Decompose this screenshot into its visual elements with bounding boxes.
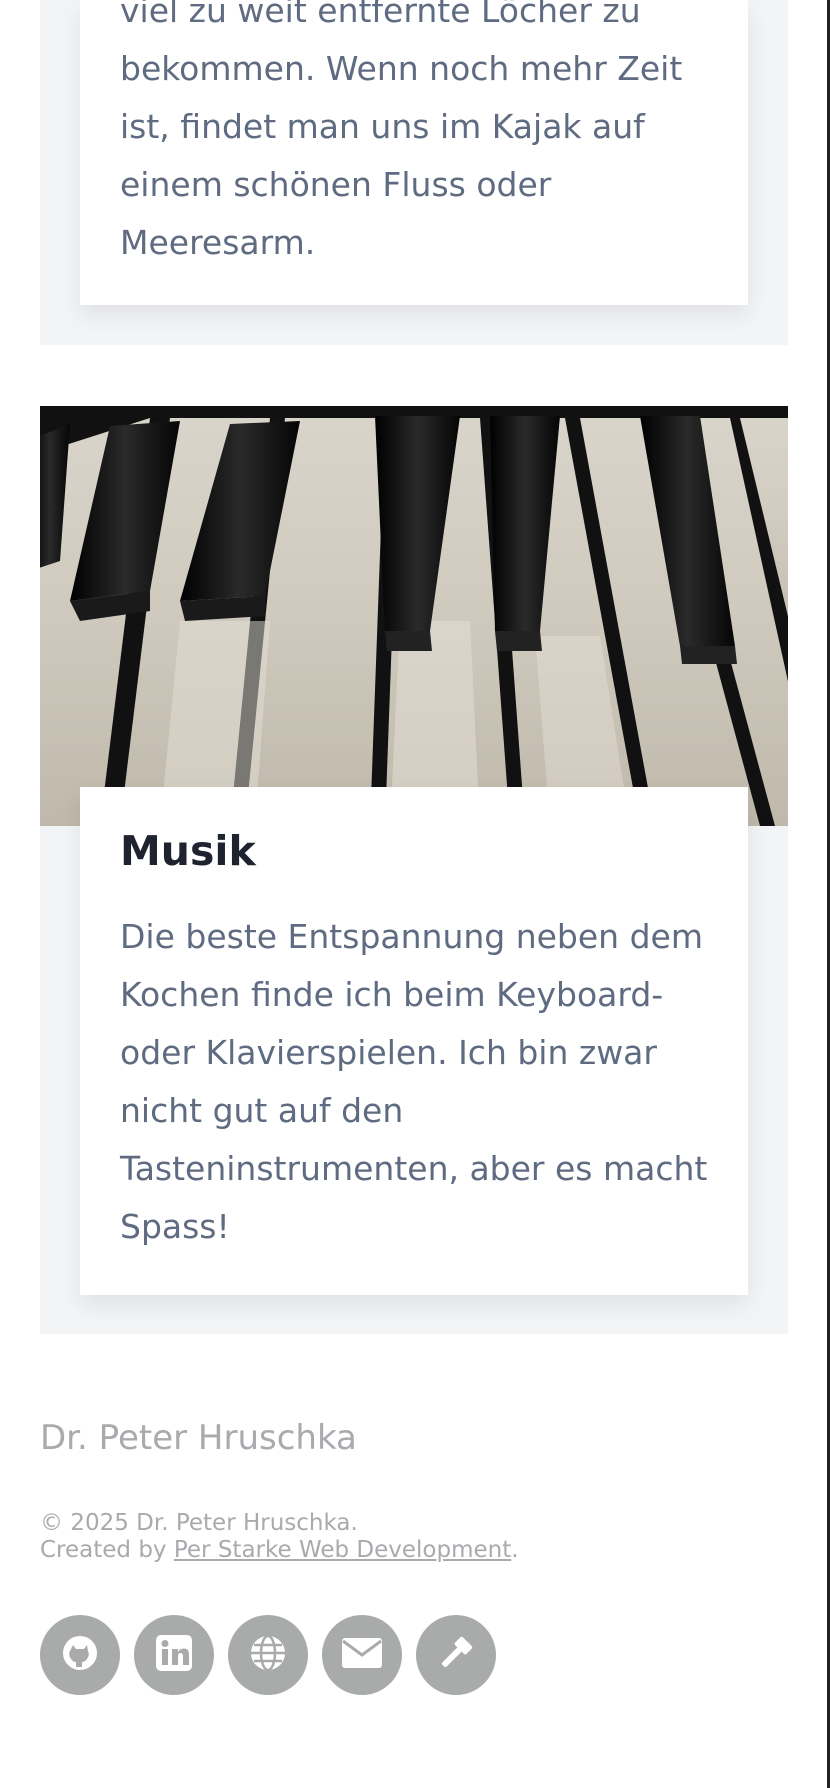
footer-copyright: © 2025 Dr. Peter Hruschka. Created by Pe… bbox=[40, 1510, 519, 1564]
website-link[interactable] bbox=[228, 1615, 308, 1695]
created-by-suffix: . bbox=[511, 1537, 519, 1563]
card-text-line: Kochen finde ich beim Keyboard- bbox=[120, 975, 664, 1014]
card-title: Musik bbox=[120, 827, 256, 875]
hobby-card-upper-content: viel zu weit entfernte Löcher zu bekomme… bbox=[80, 0, 748, 305]
card-text-line: einem schönen Fluss oder bbox=[120, 165, 552, 204]
created-by-link[interactable]: Per Starke Web Development bbox=[174, 1537, 511, 1563]
github-icon bbox=[60, 1633, 100, 1677]
card-text-line: viel zu weit entfernte Löcher zu bbox=[120, 0, 641, 30]
created-by-prefix: Created by bbox=[40, 1537, 174, 1563]
hobby-card-music-content: Musik Die beste Entspannung neben dem Ko… bbox=[80, 787, 748, 1295]
card-text-line: ist, findet man uns im Kajak auf bbox=[120, 107, 645, 146]
page: viel zu weit entfernte Löcher zu bekomme… bbox=[0, 0, 830, 1788]
card-text-line: Tasteninstrumenten, aber es macht bbox=[120, 1149, 708, 1188]
card-text-line: oder Klavierspielen. Ich bin zwar bbox=[120, 1033, 657, 1072]
card-text-line: bekommen. Wenn noch mehr Zeit bbox=[120, 49, 683, 88]
piano-keys-image bbox=[40, 406, 788, 826]
card-text-line: Meeresarm. bbox=[120, 223, 316, 262]
github-link[interactable] bbox=[40, 1615, 120, 1695]
linkedin-link[interactable] bbox=[134, 1615, 214, 1695]
legal-link[interactable] bbox=[416, 1615, 496, 1695]
copyright-text: © 2025 Dr. Peter Hruschka. bbox=[40, 1510, 358, 1536]
email-link[interactable] bbox=[322, 1615, 402, 1695]
card-text-line: Die beste Entspannung neben dem bbox=[120, 917, 703, 956]
gavel-icon bbox=[436, 1633, 476, 1677]
envelope-icon bbox=[341, 1637, 383, 1673]
card-text-line: nicht gut auf den bbox=[120, 1091, 404, 1130]
card-text-line: Spass! bbox=[120, 1207, 230, 1246]
social-links bbox=[40, 1615, 496, 1695]
globe-icon bbox=[248, 1633, 288, 1677]
footer-name: Dr. Peter Hruschka bbox=[40, 1418, 357, 1458]
linkedin-icon bbox=[155, 1634, 193, 1676]
